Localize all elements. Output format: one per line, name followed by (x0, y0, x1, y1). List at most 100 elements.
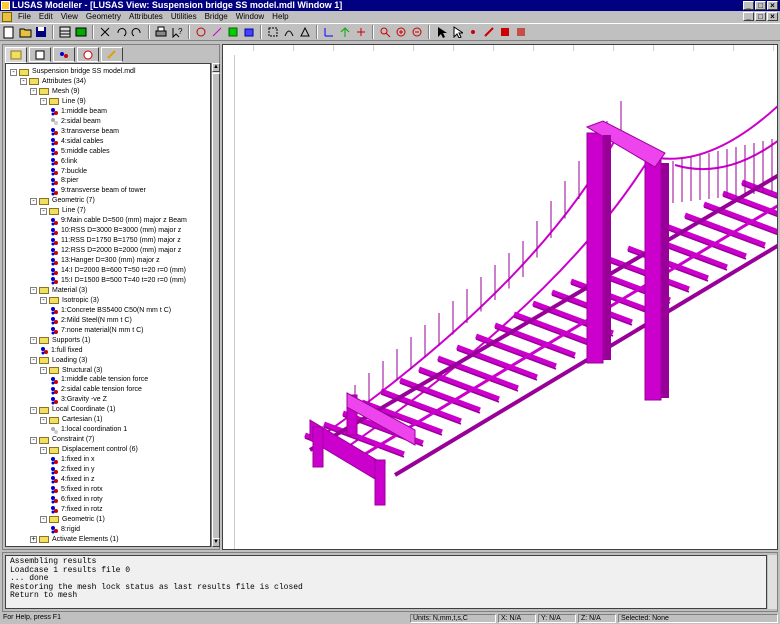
rotate-icon[interactable] (338, 25, 352, 39)
tree-expander[interactable]: - (30, 287, 37, 295)
line-icon[interactable] (210, 25, 224, 39)
save-icon[interactable] (34, 25, 48, 39)
zoom-out-icon[interactable] (410, 25, 424, 39)
tree-item-row[interactable]: 13:Hanger D=300 (mm) major z (50, 256, 160, 266)
context-help-icon[interactable]: ? (170, 25, 184, 39)
menu-window[interactable]: Window (232, 11, 268, 23)
tree-item-row[interactable]: 8:rigid (50, 525, 80, 535)
tree-folder-row[interactable]: - Supports (1) (30, 336, 91, 346)
arc-icon[interactable] (282, 25, 296, 39)
tree-folder-row[interactable]: - Displacement control (6) (40, 445, 138, 455)
tab-groups[interactable] (29, 47, 51, 62)
tree-item-row[interactable]: 1:Concrete BS5400 C50(N mm t C) (50, 306, 171, 316)
select-line-icon[interactable] (482, 25, 496, 39)
tree-item-row[interactable]: 1:fixed in x (50, 455, 94, 465)
tree-item-row[interactable]: 11:RSS D=1750 B=1750 (mm) major z (50, 236, 181, 246)
zoom-icon[interactable] (378, 25, 392, 39)
tree-item-row[interactable]: 12:RSS D=2000 B=2000 (mm) major z (50, 246, 181, 256)
tree-folder-row[interactable]: - Mesh (9) (30, 87, 80, 97)
tree-item-row[interactable]: 1:middle cable tension force (50, 375, 148, 385)
tree-item-row[interactable]: 9:Main cable D=500 (mm) major z Beam (50, 216, 187, 226)
tree-expander[interactable]: - (30, 357, 37, 365)
tree-item-row[interactable]: 8:pier (50, 176, 79, 186)
tree-expander[interactable]: - (30, 406, 37, 414)
select-surface-icon[interactable] (498, 25, 512, 39)
tree-folder-row[interactable]: - Cartesian (1) (40, 415, 102, 425)
surface-icon[interactable] (226, 25, 240, 39)
tree-item-row[interactable]: 1:middle beam (50, 107, 107, 117)
tree-folder-row[interactable]: + Activate Elements (1) (30, 535, 119, 545)
tree-item-row[interactable]: 4:sidal cables (50, 137, 103, 147)
cursor-select-icon[interactable] (434, 25, 448, 39)
tree-scrollbar[interactable]: ▲ ▼ (211, 63, 220, 547)
axes-icon[interactable] (322, 25, 336, 39)
tree-item-row[interactable]: 2:sidal cable tension force (50, 385, 142, 395)
menu-attributes[interactable]: Attributes (125, 11, 167, 23)
select-point-icon[interactable] (466, 25, 480, 39)
tree-folder-row[interactable]: - Constraint (7) (30, 435, 94, 445)
tree-item-row[interactable]: 7:fixed in rotz (50, 505, 103, 515)
triangle-icon[interactable] (298, 25, 312, 39)
tree-item-row[interactable]: 6:fixed in roty (50, 495, 103, 505)
tree-folder-row[interactable]: - Attributes (34) (20, 77, 86, 87)
scroll-thumb[interactable] (212, 73, 220, 543)
redo-icon[interactable] (130, 25, 144, 39)
tree-item-row[interactable]: 7:buckle (50, 167, 87, 177)
tree-expander[interactable]: - (40, 98, 47, 106)
tree-item-row[interactable]: 15:I D=1500 B=500 T=40 t=20 r=0 (mm) (50, 276, 186, 286)
tree-item-row[interactable]: 5:fixed in rotx (50, 485, 103, 495)
tree-folder-row[interactable]: - Geometric (1) (40, 515, 105, 525)
tree-item-row[interactable]: 10:RSS D=3000 B=3000 (mm) major z (50, 226, 181, 236)
tab-utilities[interactable] (101, 47, 123, 62)
tree-item-row[interactable]: 9:transverse beam of tower (50, 186, 146, 196)
tree-expander[interactable]: - (40, 297, 47, 305)
doc-restore-button[interactable]: □ (755, 12, 766, 21)
tree-folder-row[interactable]: - Loading (3) (30, 356, 87, 366)
model-view-window[interactable] (222, 44, 778, 550)
mesh-icon[interactable] (74, 25, 88, 39)
undo-icon[interactable] (114, 25, 128, 39)
menu-help[interactable]: Help (268, 11, 292, 23)
select-box-icon[interactable] (266, 25, 280, 39)
select-volume-icon[interactable] (514, 25, 528, 39)
tree-folder-row[interactable]: - Structural (3) (40, 366, 102, 376)
tree-expander[interactable]: - (30, 88, 37, 96)
menu-bridge[interactable]: Bridge (201, 11, 232, 23)
cut-icon[interactable] (98, 25, 112, 39)
tree-item-row[interactable]: 1:full fixed (40, 346, 83, 356)
tree-expander[interactable]: + (30, 536, 37, 544)
tree-item-row[interactable]: 5:middle cables (50, 147, 110, 157)
tree-item-row[interactable]: 3:transverse beam (50, 127, 119, 137)
doc-close-button[interactable]: × (767, 12, 778, 21)
tree-expander[interactable]: - (40, 367, 47, 374)
tree-expander[interactable]: - (40, 207, 47, 215)
menu-utilities[interactable]: Utilities (167, 11, 201, 23)
tree-folder-row[interactable]: - Suspension bridge SS model.mdl (10, 67, 136, 77)
tab-layers[interactable] (5, 47, 27, 63)
tree-item-row[interactable]: 7:none material(N mm t C) (50, 326, 143, 336)
tree-item-row[interactable]: 1:local coordination 1 (50, 425, 127, 435)
tree-expander[interactable]: - (40, 446, 47, 454)
tree-item-row[interactable]: 2:Mild Steel(N mm t C) (50, 316, 132, 326)
console-scrollbar[interactable] (768, 555, 777, 609)
tree-expander[interactable]: - (40, 416, 47, 424)
tree-expander[interactable]: - (30, 197, 37, 205)
new-file-icon[interactable] (2, 25, 16, 39)
tree-item-row[interactable]: 14:I D=2000 B=600 T=50 t=20 r=0 (mm) (50, 266, 186, 276)
tree-item-row[interactable]: 2:fixed in y (50, 465, 94, 475)
tree-item-row[interactable]: 4:fixed in z (50, 475, 94, 485)
tree-item-row[interactable]: 2:sidal beam (50, 117, 101, 127)
close-button[interactable]: × (767, 1, 778, 10)
point-icon[interactable] (194, 25, 208, 39)
document-icon[interactable] (2, 12, 12, 22)
tree-item-row[interactable]: 3:Gravity -ve Z (50, 395, 107, 405)
tree-folder-row[interactable]: - Geometric (7) (30, 196, 95, 206)
tree-folder-row[interactable]: - Material (3) (30, 286, 87, 296)
minimize-button[interactable]: _ (743, 1, 754, 10)
zoom-in-icon[interactable] (394, 25, 408, 39)
volume-icon[interactable] (242, 25, 256, 39)
menu-view[interactable]: View (57, 11, 82, 23)
pan-icon[interactable] (354, 25, 368, 39)
print-icon[interactable] (154, 25, 168, 39)
open-folder-icon[interactable] (18, 25, 32, 39)
